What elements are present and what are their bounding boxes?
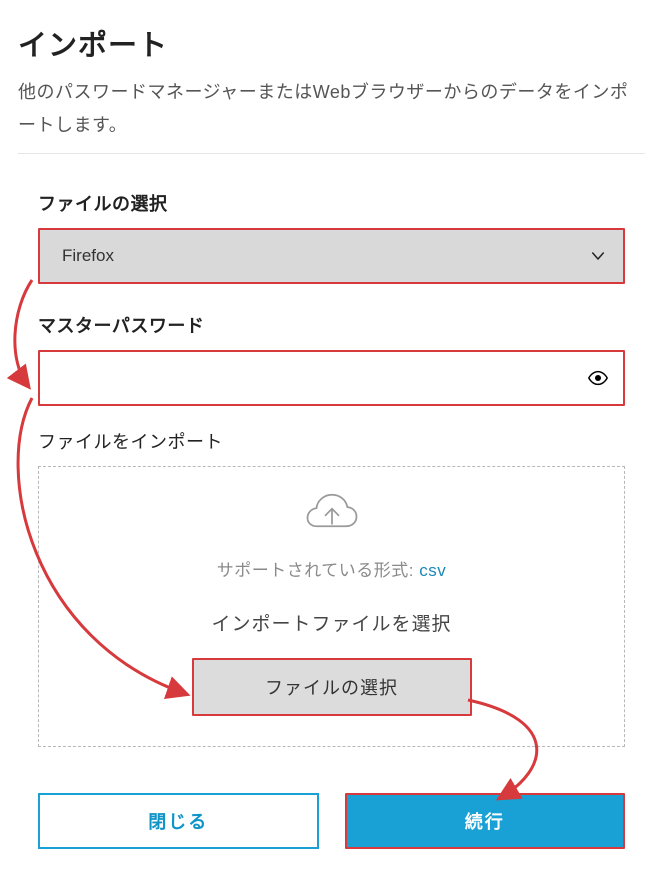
continue-button[interactable]: 続行 xyxy=(347,795,624,847)
file-select-label: ファイルの選択 xyxy=(38,190,625,216)
chevron-down-icon xyxy=(589,247,607,265)
supported-format-value: csv xyxy=(419,561,446,580)
file-select-value: Firefox xyxy=(62,246,114,266)
file-select-dropdown[interactable]: Firefox xyxy=(40,230,623,282)
supported-format-text: サポートされている形式: csv xyxy=(59,556,604,581)
cloud-upload-icon xyxy=(59,489,604,544)
choose-file-button[interactable]: ファイルの選択 xyxy=(194,660,470,714)
page-title: インポート xyxy=(18,22,645,64)
master-password-input[interactable] xyxy=(40,354,623,402)
page-subtitle: 他のパスワードマネージャーまたはWebブラウザーからのデータをインポートします。 xyxy=(18,76,645,143)
file-dropzone[interactable]: サポートされている形式: csv インポートファイルを選択 ファイルの選択 xyxy=(38,466,625,747)
select-file-text: インポートファイルを選択 xyxy=(59,609,604,636)
eye-icon[interactable] xyxy=(587,367,609,389)
divider xyxy=(18,153,645,154)
close-button[interactable]: 閉じる xyxy=(38,793,319,849)
import-file-label: ファイルをインポート xyxy=(38,428,625,454)
master-password-label: マスターパスワード xyxy=(38,312,625,338)
